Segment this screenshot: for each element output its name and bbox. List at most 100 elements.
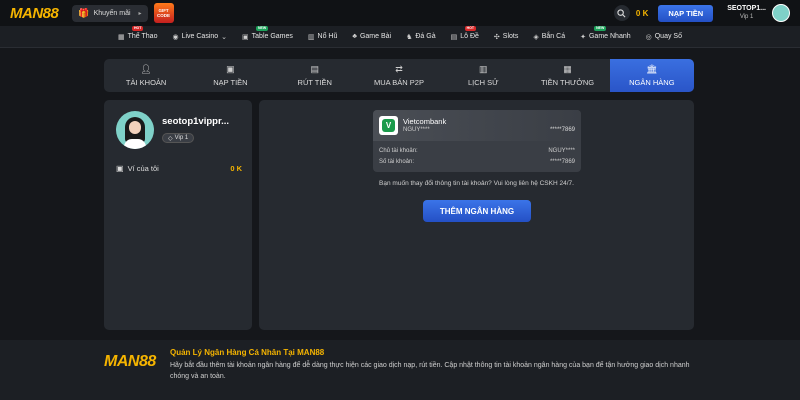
account-name-short: NGUY**** — [403, 126, 430, 133]
nav-item-slots[interactable]: ✣ Slots — [494, 33, 518, 41]
nav-label: Table Games — [251, 33, 293, 40]
wallet-value: 0 K — [230, 164, 242, 173]
balance-display: 0 K — [635, 8, 649, 18]
number-draw-icon: ◎ — [645, 33, 652, 41]
nav-item-sports[interactable]: HOT ▦ Thể Thao — [118, 25, 158, 41]
footer: MAN88 Quản Lý Ngân Hàng Cá Nhân Tại MAN8… — [0, 340, 800, 400]
nav-label: Slots — [502, 33, 519, 40]
table-games-icon: ▣ — [242, 33, 249, 41]
tab-deposit[interactable]: ▣ NẠP TIỀN — [188, 59, 272, 92]
vip-badge: ◇ Vip 1 — [162, 133, 195, 143]
tab-p2p[interactable]: ⇄ MUA BÁN P2P — [357, 59, 441, 92]
hot-badge: HOT — [464, 25, 476, 31]
search-icon[interactable] — [613, 5, 630, 21]
nav-item-fast-games[interactable]: NEW ✦ Game Nhanh — [580, 25, 631, 41]
nav-item-card-games[interactable]: ♣ Game Bài — [352, 33, 391, 40]
promotions-label: Khuyến mãi — [93, 9, 131, 17]
giftcode-button[interactable]: GIFT CODE — [153, 3, 174, 23]
nav-item-fishing[interactable]: ◈ Bắn Cá — [533, 33, 565, 41]
tab-label: NẠP TIỀN — [213, 78, 248, 87]
promotions-dropdown[interactable]: 🎁 Khuyến mãi ▸ — [72, 4, 148, 22]
account-number-short: *****7869 — [549, 127, 575, 133]
bank-icon: 🏛︎ — [646, 64, 658, 74]
nav-label: Lô Đề — [460, 33, 479, 40]
p2p-icon: ⇄ — [395, 64, 403, 74]
tab-history[interactable]: ▥ LỊCH SỬ — [441, 59, 525, 92]
nav-label: Đá Gà — [415, 33, 436, 40]
diamond-icon: ◇ — [168, 135, 173, 142]
fish-icon: ◈ — [533, 33, 539, 41]
tab-bonus[interactable]: ▦ TIỀN THƯỞNG — [525, 59, 609, 92]
nav-label: Bắn Cá — [541, 33, 566, 40]
nav-label: Live Casino — [181, 33, 219, 40]
vietcombank-logo-icon: V — [379, 116, 398, 135]
history-icon: ▥ — [479, 64, 488, 74]
jackpot-icon: ▥ — [307, 33, 315, 41]
wallet-row[interactable]: ▣ Ví của tôi 0 K — [116, 164, 242, 173]
new-badge: NEW — [594, 25, 607, 31]
nav-item-live-casino[interactable]: ◉ Live Casino ⌄ — [172, 33, 227, 41]
nav-label: Thể Thao — [127, 33, 158, 40]
deposit-icon: ▣ — [226, 64, 235, 74]
chevron-down-icon: ⌄ — [221, 33, 228, 41]
profile-name: seotop1vippr... — [162, 115, 230, 127]
deposit-button[interactable]: NẠP TIỀN — [658, 4, 714, 22]
wallet-label: Ví của tôi — [127, 164, 159, 173]
tab-label: LỊCH SỬ — [467, 78, 499, 87]
tab-bank[interactable]: 🏛︎ NGÂN HÀNG — [609, 59, 694, 92]
tab-withdraw[interactable]: ▤ RÚT TIỀN — [273, 59, 357, 92]
logo[interactable]: MAN88 — [10, 5, 59, 22]
user-menu[interactable]: SEOTOP1... Vip 1 — [727, 4, 766, 22]
avatar[interactable] — [772, 4, 790, 22]
nav-label: Nổ Hũ — [317, 33, 338, 40]
rooster-icon: ♞ — [406, 33, 413, 41]
bank-name: Vietcombank — [403, 116, 447, 126]
top-header: MAN88 🎁 Khuyến mãi ▸ GIFT CODE 0 K NẠP T… — [0, 0, 800, 26]
avatar — [116, 111, 154, 149]
holder-label: Chủ tài khoản: — [379, 147, 418, 154]
add-bank-button[interactable]: THÊM NGÂN HÀNG — [423, 200, 531, 222]
nav-item-lottery[interactable]: HOT ▤ Lô Đề — [450, 25, 479, 41]
vip-level: Vip 1 — [739, 14, 754, 20]
casino-icon: ◉ — [172, 33, 179, 41]
number-value: *****7869 — [549, 158, 575, 165]
tab-label: MUA BÁN P2P — [373, 78, 424, 87]
lottery-icon: ▤ — [450, 33, 458, 41]
bank-panel: V Vietcombank NGUY**** *****7869 Chủ tài… — [259, 100, 694, 330]
tab-label: TIỀN THƯỞNG — [540, 78, 595, 87]
category-nav: HOT ▦ Thể Thao ◉ Live Casino ⌄ NEW ▣ Tab… — [0, 25, 800, 48]
tab-account[interactable]: 👤︎ TÀI KHOẢN — [104, 59, 188, 92]
user-icon: 👤︎ — [140, 64, 152, 74]
profile-summary: seotop1vippr... ◇ Vip 1 — [116, 111, 229, 149]
nav-item-jackpot[interactable]: ▥ Nổ Hũ — [308, 33, 337, 41]
bonus-icon: ▦ — [563, 64, 572, 74]
fast-game-icon: ✦ — [580, 33, 586, 41]
holder-value: NGUY**** — [548, 147, 575, 154]
footer-title: Quản Lý Ngân Hàng Cá Nhân Tại MAN88 — [170, 348, 325, 357]
number-row: Số tài khoản: *****7869 — [373, 156, 581, 167]
nav-label: Game Nhanh — [588, 33, 631, 40]
gift-icon: 🎁 — [78, 7, 90, 18]
tab-label: RÚT TIỀN — [297, 78, 332, 87]
tab-label: NGÂN HÀNG — [629, 78, 675, 87]
new-badge: NEW — [256, 25, 269, 31]
chevron-right-icon: ▸ — [138, 10, 142, 17]
sports-icon: ▦ — [118, 33, 125, 41]
nav-item-table-games[interactable]: NEW ▣ Table Games — [242, 25, 293, 41]
number-label: Số tài khoản: — [379, 158, 415, 165]
slots-icon: ✣ — [493, 33, 500, 41]
footer-description: Hãy bắt đầu thêm tài khoản ngân hàng để … — [170, 362, 690, 380]
nav-item-number-draw[interactable]: ◎ Quay Số — [646, 33, 682, 41]
wallet-icon: ▣ — [116, 164, 124, 173]
tab-label: TÀI KHOẢN — [125, 78, 167, 87]
hot-badge: HOT — [132, 25, 144, 31]
account-tabs: 👤︎ TÀI KHOẢN ▣ NẠP TIỀN ▤ RÚT TIỀN ⇄ MUA… — [104, 59, 694, 92]
bank-card[interactable]: V Vietcombank NGUY**** *****7869 Chủ tài… — [373, 110, 581, 172]
nav-label: Game Bài — [359, 33, 392, 40]
nav-item-cockfight[interactable]: ♞ Đá Gà — [406, 33, 436, 41]
nav-label: Quay Số — [654, 33, 682, 40]
support-info-text: Bạn muốn thay đổi thông tin tài khoản? V… — [379, 180, 574, 187]
vip-label: Vip 1 — [174, 135, 189, 141]
withdraw-icon: ▤ — [310, 64, 319, 74]
username: SEOTOP1... — [727, 5, 766, 12]
